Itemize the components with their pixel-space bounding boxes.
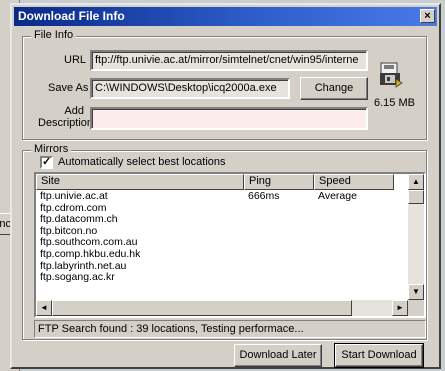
horizontal-scroll-thumb[interactable]: [52, 300, 352, 316]
start-download-button[interactable]: Start Download: [334, 343, 424, 368]
list-row[interactable]: ftp.univie.ac.at 666ms Average: [36, 190, 394, 203]
column-header-speed[interactable]: Speed: [314, 174, 394, 190]
download-file-info-dialog: Download File Info × File Info URL ftp:/…: [10, 3, 441, 369]
close-button[interactable]: ×: [420, 9, 435, 23]
mirrors-list[interactable]: Site Ping Speed ftp.univie.ac.at 666ms A…: [34, 172, 426, 318]
add-description-label-line2: Description: [38, 117, 94, 129]
vertical-scroll-thumb[interactable]: [408, 190, 424, 204]
ping-cell: 666ms: [248, 190, 280, 202]
title-bar[interactable]: Download File Info ×: [14, 7, 437, 26]
save-as-label: Save As: [48, 82, 89, 94]
description-field[interactable]: [90, 107, 368, 130]
save-as-field[interactable]: C:\WINDOWS\Desktop\icq2000a.exe: [90, 78, 290, 99]
scroll-up-icon[interactable]: ▲: [408, 174, 424, 190]
site-cell: ftp.sogang.ac.kr: [40, 271, 115, 284]
site-cell: ftp.comp.hkbu.edu.hk: [40, 247, 141, 260]
list-header: Site Ping Speed: [36, 174, 394, 190]
scroll-left-icon[interactable]: ◄: [36, 300, 52, 316]
download-later-button[interactable]: Download Later: [234, 344, 322, 367]
mirrors-group-label: Mirrors: [31, 143, 72, 155]
column-header-ping[interactable]: Ping: [244, 174, 314, 190]
scrollbar-corner: [408, 300, 424, 316]
status-bar: FTP Search found : 39 locations, Testing…: [34, 320, 426, 338]
site-cell: ftp.univie.ac.at: [40, 190, 108, 202]
change-button[interactable]: Change: [300, 77, 368, 100]
add-description-label-line1: Add: [64, 105, 84, 117]
file-info-group-label: File Info: [31, 29, 77, 41]
column-header-site[interactable]: Site: [36, 174, 244, 190]
list-row[interactable]: ftp.sogang.ac.kr: [36, 272, 394, 284]
list-row[interactable]: ftp.comp.hkbu.edu.hk: [36, 247, 394, 261]
file-size-label: 6.15 MB: [374, 97, 415, 109]
url-field[interactable]: ftp://ftp.univie.ac.at/mirror/simtelnet/…: [90, 50, 368, 71]
add-description-label: Add Description: [38, 105, 93, 129]
speed-cell: Average: [318, 190, 357, 202]
scroll-right-icon[interactable]: ►: [392, 300, 408, 316]
vertical-scrollbar[interactable]: ▲ ▼: [408, 174, 424, 300]
checkmark-icon: ✓: [42, 156, 52, 168]
auto-select-checkbox[interactable]: ✓: [40, 156, 53, 169]
auto-select-label: Automatically select best locations: [58, 156, 226, 168]
floppy-disk-icon: [376, 61, 404, 89]
dialog-title: Download File Info: [18, 9, 125, 23]
scroll-down-icon[interactable]: ▼: [408, 284, 424, 300]
horizontal-scrollbar[interactable]: ◄ ►: [36, 300, 408, 316]
url-label: URL: [64, 54, 87, 66]
list-rows: ftp.univie.ac.at 666ms Average ftp.cdrom…: [36, 190, 394, 284]
